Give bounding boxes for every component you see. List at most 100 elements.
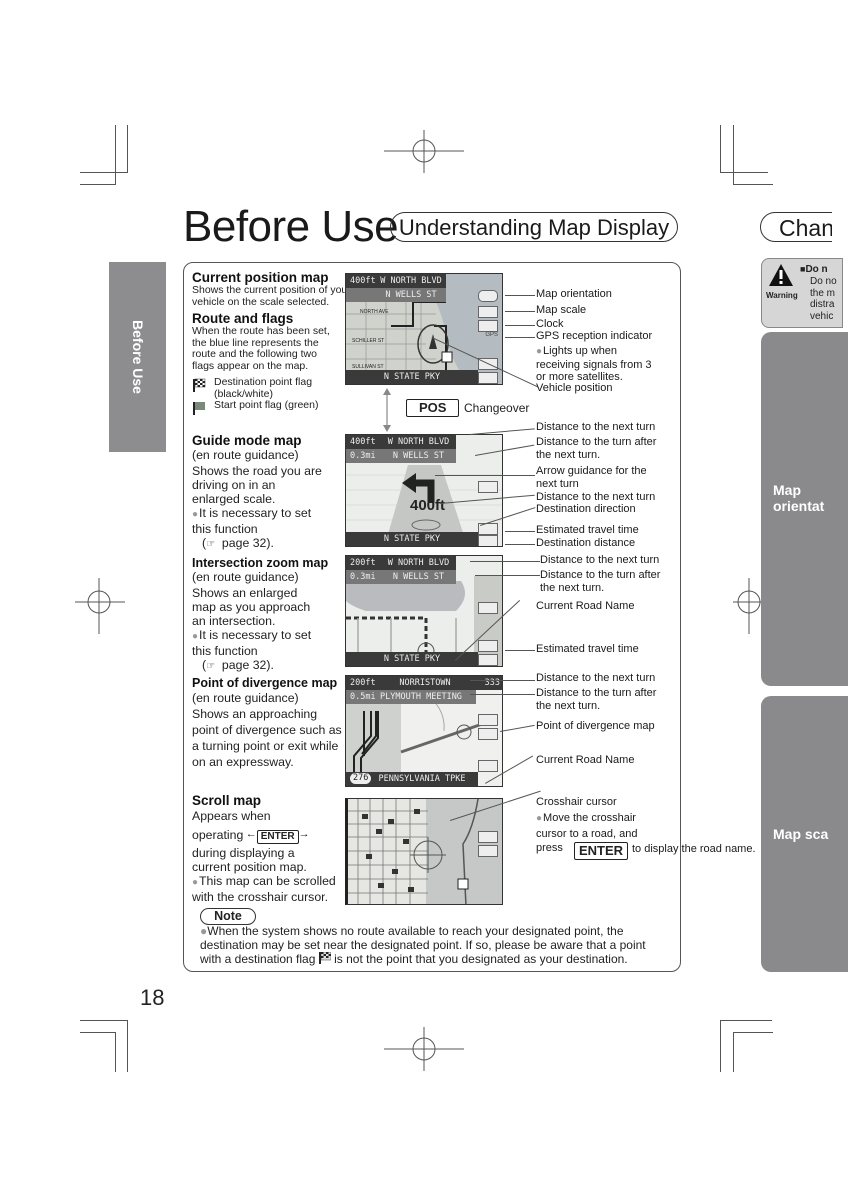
map-orientation-icon	[478, 290, 498, 302]
crop-mark	[733, 1032, 734, 1072]
screen-scroll	[345, 798, 503, 905]
note-label: Note	[200, 908, 256, 925]
section-divergence: Point of divergence map (en route guidan…	[192, 676, 344, 770]
annotation-gps: GPS reception indicator	[536, 330, 653, 342]
bullet-note: This map can be scrolled with the crossh…	[192, 874, 342, 904]
section-subtitle: Understanding Map Display	[390, 212, 678, 242]
crop-mark	[720, 125, 721, 173]
enter-joystick-icon: ← ENTER →	[245, 828, 310, 844]
bullet-note: It is necessary to set this function	[192, 506, 322, 536]
description: Shows the road you are driving on in an …	[192, 464, 322, 506]
annotation: Distance to the turn after the next turn…	[536, 687, 657, 712]
registration-target	[75, 578, 125, 634]
distance-chip	[478, 535, 498, 546]
crop-mark	[720, 1020, 721, 1072]
annotation: Distance to the next turn	[536, 491, 656, 503]
crop-mark	[80, 184, 116, 185]
eta-chip	[478, 760, 498, 772]
subheading: (en route guidance)	[192, 691, 299, 705]
side-box-map-orientation: Map orientat	[761, 332, 848, 686]
bottom-bar: N STATE PKY	[346, 652, 478, 666]
warning-heading: ■Do n	[800, 264, 828, 275]
annotation: Distance to the next turn	[540, 554, 660, 566]
top-bar: 400ft W NORTH BLVD	[346, 435, 456, 449]
map-scale-chip	[478, 831, 498, 843]
gps-indicator: GPS	[485, 332, 498, 338]
description: operating ← ENTER →	[192, 824, 344, 846]
warning-label: Warning	[766, 291, 798, 300]
street-label: NORTH AVE	[360, 309, 389, 315]
second-bar: 0.3mi N WELLS ST	[346, 449, 456, 463]
annotation: Distance to the turn after the next turn…	[540, 569, 661, 594]
heading: Scroll map	[192, 793, 262, 808]
side-tab-label: Before Use	[129, 320, 146, 394]
crop-mark	[733, 1032, 773, 1033]
side-box-title: Map sca	[773, 826, 829, 842]
annotation: Point of divergence map	[536, 720, 655, 732]
crop-mark	[115, 125, 116, 185]
screen-current-position: 400ft W NORTH BLVD N WELLS ST NORTH AVE S…	[345, 273, 503, 385]
warning-triangle-icon	[769, 264, 793, 286]
section-intersection-zoom: Intersection zoom map (en route guidance…	[192, 556, 342, 674]
top-bar: 400ft W NORTH BLVD	[346, 274, 446, 288]
subheading: (en route guidance)	[192, 570, 299, 584]
annotation: Estimated travel time	[536, 524, 639, 536]
description: during displaying a current position map…	[192, 846, 307, 874]
note-text: ●When the system shows no route availabl…	[200, 924, 646, 966]
bottom-bar: N STATE PKY	[346, 532, 478, 546]
crop-mark	[733, 184, 773, 185]
bottom-bar: 276 PENNSYLVANIA TPKE	[346, 772, 478, 786]
flag-label: Start point flag (green)	[214, 399, 319, 411]
enter-key: ENTER	[574, 842, 629, 860]
registration-target	[384, 1027, 464, 1071]
annotation-map-scale: Map scale	[536, 304, 587, 316]
crop-mark	[720, 172, 768, 173]
crop-mark	[80, 1020, 128, 1021]
second-bar: 0.3mi N WELLS ST	[346, 570, 456, 584]
annotation: Estimated travel time	[536, 643, 639, 655]
annotation-map-orientation: Map orientation	[536, 288, 612, 300]
annotation: Distance to the turn after the next turn…	[536, 436, 657, 461]
section-guide-mode: Guide mode map (en route guidance) Shows…	[192, 433, 342, 552]
crop-mark	[733, 125, 734, 185]
screen-intersection-zoom: 200ft W NORTH BLVD 0.3mi N WELLS ST N STAT…	[345, 555, 503, 667]
crop-mark	[720, 1020, 772, 1021]
changeover-arrow-icon	[383, 388, 391, 432]
crop-mark	[80, 1032, 116, 1033]
heading: Route and flags	[192, 311, 294, 326]
clock-chip	[478, 845, 498, 857]
top-bar: 200ft W NORTH BLVD	[346, 556, 456, 570]
heading: Guide mode map	[192, 433, 302, 448]
description: Shows an approaching point of divergence…	[192, 707, 342, 769]
bottom-bar: N STATE PKY	[346, 370, 478, 384]
start-flag-icon	[193, 402, 205, 415]
crop-mark	[127, 1020, 128, 1072]
flag-legend: Destination point flag (black/white) Sta…	[192, 376, 344, 415]
annotation: Current Road Name	[536, 754, 635, 766]
description: Appears when	[192, 809, 271, 823]
crop-mark	[80, 172, 128, 173]
clock-chip	[478, 320, 498, 332]
crop-mark	[115, 1032, 116, 1072]
description: Shows an enlarged map as you approach an…	[192, 586, 311, 628]
reference-hand-icon: ☞	[206, 661, 216, 672]
section-current-position: Current position map Shows the current p…	[192, 270, 351, 415]
destination-flag-icon	[193, 378, 206, 392]
description: Shows the current position of your vehic…	[192, 284, 351, 308]
annotation: Distance to the next turn	[536, 421, 656, 433]
annotation-crosshair: Crosshair cursor	[536, 796, 617, 808]
annotation-clock: Clock	[536, 318, 564, 330]
map-scale-chip	[478, 714, 498, 726]
top-bar: 200ft NORRISTOWN 333	[346, 676, 502, 690]
screen-divergence: 200ft NORRISTOWN 333 0.5mi PLYMOUTH MEETING…	[345, 675, 503, 787]
changeover-label: Changeover	[464, 401, 530, 415]
screen-guide-mode: 400ft W NORTH BLVD 0.3mi N WELLS ST 400ft …	[345, 434, 503, 547]
subheading: (en route guidance)	[192, 448, 299, 462]
heading: Point of divergence map	[192, 676, 338, 690]
pos-button: POS	[406, 399, 460, 417]
second-bar: N WELLS ST	[346, 288, 446, 302]
annotation-gps-note: Lights up when receiving signals from 3 …	[536, 345, 661, 384]
side-tab: Before Use	[109, 262, 166, 452]
big-distance: 400ft	[410, 497, 446, 514]
flag-label: Destination point flag (black/white)	[214, 376, 313, 400]
